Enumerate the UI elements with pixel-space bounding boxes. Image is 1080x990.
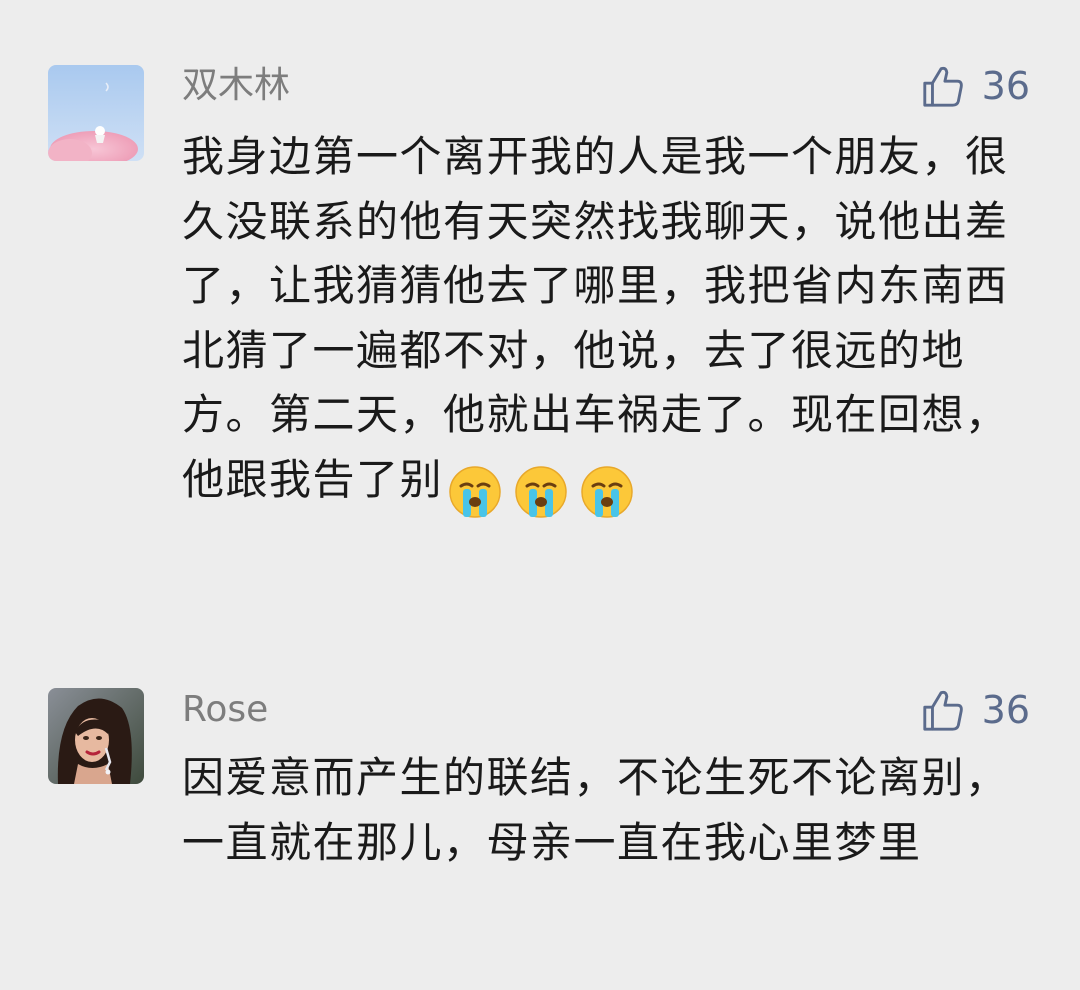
like-count: 36 (981, 688, 1030, 732)
avatar[interactable] (48, 688, 144, 784)
like-count: 36 (981, 64, 1030, 108)
comment-body: 我身边第一个离开我的人是我一个朋友，很久没联系的他有天突然找我聊天，说他出差了，… (182, 132, 1009, 504)
emoji-row (447, 458, 645, 523)
crying-face-emoji-icon (513, 464, 569, 520)
like-button[interactable]: 36 (920, 62, 1030, 110)
sky-cloud-avatar-icon (48, 65, 144, 161)
thumbs-up-icon (922, 66, 963, 107)
comment-text: 因爱意而产生的联结，不论生死不论离别，一直就在那儿，母亲一直在我心里梦里 (182, 746, 1032, 875)
crying-face-emoji-icon (447, 464, 503, 520)
comment-body: 因爱意而产生的联结，不论生死不论离别，一直就在那儿，母亲一直在我心里梦里 (182, 753, 1009, 867)
username[interactable]: 双木林 (182, 64, 290, 108)
crying-face-emoji-icon (579, 464, 635, 520)
thumbs-up-icon (922, 690, 963, 731)
comment-text: 我身边第一个离开我的人是我一个朋友，很久没联系的他有天突然找我聊天，说他出差了，… (182, 125, 1032, 522)
avatar[interactable] (48, 65, 144, 161)
username[interactable]: Rose (182, 688, 268, 732)
portrait-avatar-icon (48, 688, 144, 784)
like-button[interactable]: 36 (920, 686, 1030, 734)
